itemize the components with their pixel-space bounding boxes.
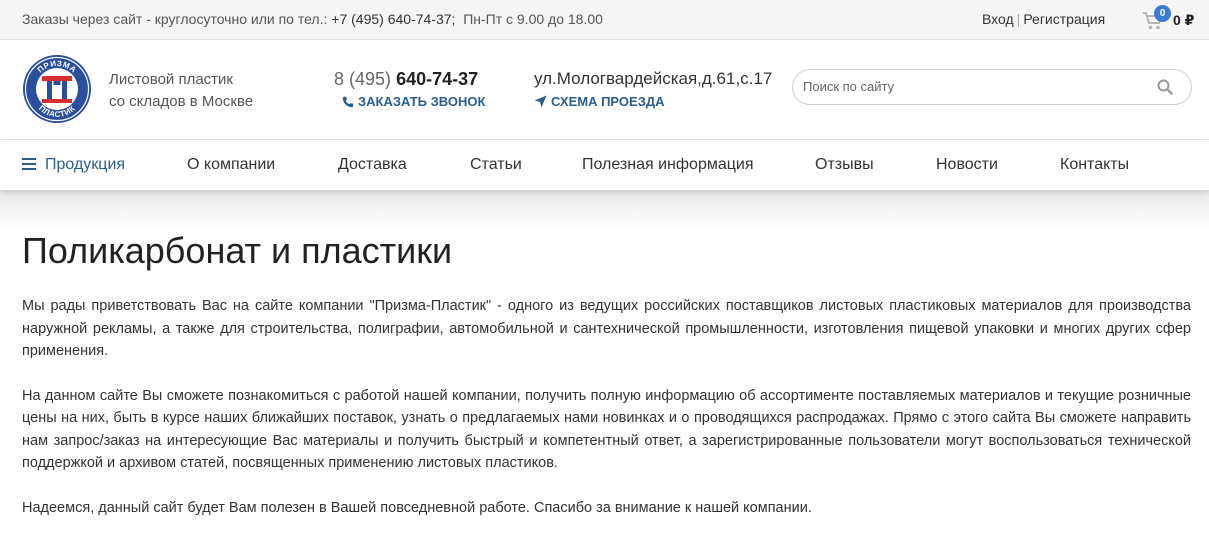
tagline: Листовой пластик со складов в Москве [109, 69, 253, 113]
site-header: ПРИЗМА ПЛАСТИК Листовой пластик со склад… [0, 40, 1209, 140]
nav-item-contacts[interactable]: Контакты [1060, 156, 1129, 174]
callback-label: Заказать звонок [358, 94, 486, 109]
main-content: Поликарбонат и пластики Мы рады приветст… [0, 230, 1209, 519]
search-icon[interactable] [1157, 79, 1173, 100]
search-box [792, 69, 1192, 105]
route-label: Схема проезда [551, 94, 665, 109]
nav-item-reviews[interactable]: Отзывы [815, 156, 874, 174]
auth-divider: | [1016, 11, 1021, 27]
phone-code: 8 (495) [334, 69, 392, 89]
site-logo[interactable]: ПРИЗМА ПЛАСТИК [22, 54, 92, 124]
order-info: Заказы через сайт - круглосуточно или по… [22, 11, 603, 27]
intro-paragraph-3: Надеемся, данный сайт будет Вам полезен … [22, 499, 812, 516]
order-info-hours: Пн-Пт с 9.00 до 18.00 [463, 11, 603, 27]
nav-shadow [0, 190, 1209, 230]
search-input[interactable] [803, 79, 1143, 94]
main-nav: Продукция О компании Доставка Статьи Пол… [0, 140, 1209, 190]
top-bar: Заказы через сайт - круглосуточно или по… [0, 0, 1209, 40]
intro-paragraph-1: Мы рады приветствовать Вас на сайте комп… [22, 298, 1191, 359]
nav-item-label: Продукция [45, 156, 126, 173]
callback-link[interactable]: Заказать звонок [342, 94, 485, 111]
tagline-line1: Листовой пластик [109, 71, 233, 88]
nav-item-about[interactable]: О компании [187, 156, 275, 174]
menu-icon [22, 158, 36, 170]
intro-paragraph-2: На данном сайте Вы сможете познакомиться… [22, 387, 1191, 472]
route-link[interactable]: Схема проезда [534, 94, 664, 111]
nav-item-articles[interactable]: Статьи [470, 156, 522, 174]
header-phone[interactable]: 8 (495) 640-74-37 [334, 69, 478, 90]
login-link[interactable]: Вход [982, 11, 1014, 27]
auth-links: Вход | Регистрация [982, 11, 1105, 27]
order-info-prefix: Заказы через сайт - круглосуточно или по… [22, 11, 332, 27]
nav-item-news[interactable]: Новости [936, 156, 998, 174]
header-address: ул.Мологвардейская,д.61,с.17 [534, 69, 773, 88]
page-title: Поликарбонат и пластики [22, 230, 453, 271]
nav-item-products[interactable]: Продукция [22, 156, 125, 174]
location-arrow-icon [534, 95, 547, 111]
tagline-line2: со складов в Москве [109, 93, 254, 110]
register-link[interactable]: Регистрация [1023, 11, 1105, 27]
phone-icon [342, 96, 354, 111]
nav-item-delivery[interactable]: Доставка [338, 156, 407, 174]
prizma-logo-icon: ПРИЗМА ПЛАСТИК [23, 55, 91, 123]
cart-button[interactable]: 0 0 ₽ [1142, 5, 1202, 32]
nav-item-useful-info[interactable]: Полезная информация [582, 156, 754, 174]
cart-count-badge: 0 [1154, 5, 1171, 22]
cart-sum: 0 ₽ [1173, 12, 1195, 28]
phone-number: 640-74-37 [396, 69, 479, 89]
order-info-phone[interactable]: +7 (495) 640-74-37; [331, 11, 455, 27]
